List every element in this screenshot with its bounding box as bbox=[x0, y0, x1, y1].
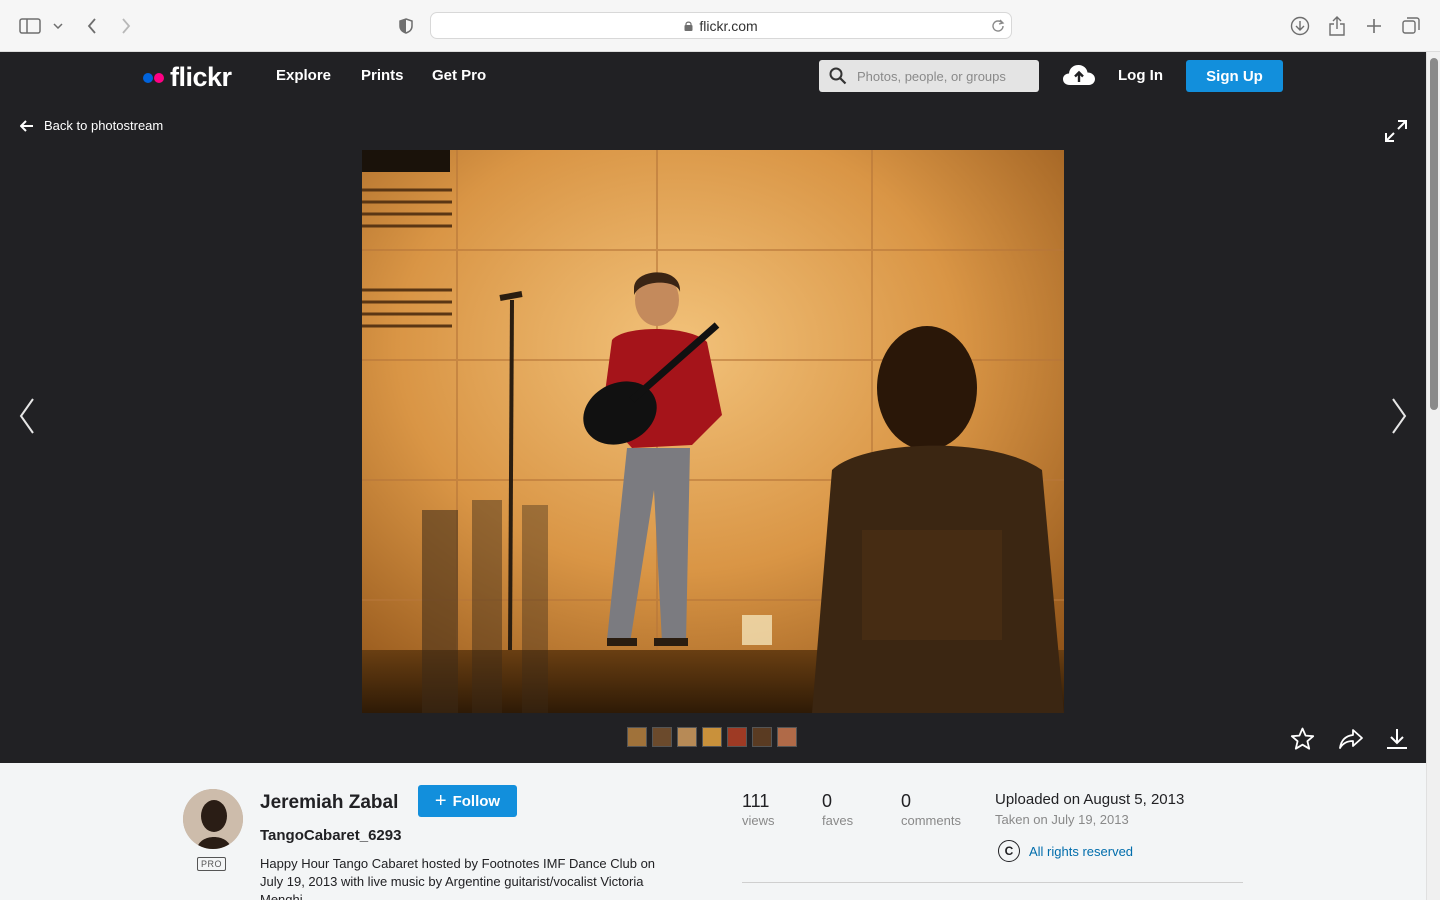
back-to-photostream-link[interactable]: Back to photostream bbox=[20, 118, 163, 133]
share-arrow-icon[interactable] bbox=[1338, 727, 1364, 751]
sidebar-toggle-icon[interactable] bbox=[18, 14, 42, 38]
stat-value: 0 bbox=[901, 791, 912, 811]
photo-info-panel: PRO Jeremiah Zabal + Follow TangoCabaret… bbox=[0, 763, 1426, 900]
follow-label: Follow bbox=[452, 792, 501, 810]
scrollbar-thumb[interactable] bbox=[1430, 58, 1438, 410]
search-icon[interactable] bbox=[829, 67, 847, 85]
lock-icon bbox=[684, 21, 693, 31]
stat-value: 0 bbox=[822, 791, 833, 811]
login-link[interactable]: Log In bbox=[1118, 67, 1163, 84]
taken-date: Taken on July 19, 2013 bbox=[995, 812, 1129, 827]
tab-overview-icon[interactable] bbox=[1399, 14, 1423, 38]
photo-description: Happy Hour Tango Cabaret hosted by Footn… bbox=[260, 856, 656, 900]
photo-viewer: Back to photostream bbox=[0, 100, 1426, 763]
filmstrip-thumb[interactable] bbox=[652, 727, 672, 747]
chevron-down-icon[interactable] bbox=[48, 14, 68, 38]
filmstrip-thumb[interactable] bbox=[702, 727, 722, 747]
nav-prints[interactable]: Prints bbox=[361, 67, 404, 84]
fullscreen-icon[interactable] bbox=[1385, 120, 1407, 142]
flickr-nav-bar: flickr Explore Prints Get Pro Log In Sig… bbox=[0, 52, 1426, 100]
nav-get-pro[interactable]: Get Pro bbox=[432, 67, 486, 84]
flickr-logo[interactable]: flickr bbox=[143, 62, 232, 93]
address-bar[interactable]: flickr.com bbox=[430, 12, 1012, 39]
browser-forward-icon[interactable] bbox=[114, 14, 138, 38]
previous-photo-icon[interactable] bbox=[18, 398, 36, 434]
license-label: All rights reserved bbox=[1029, 843, 1134, 859]
search-input[interactable] bbox=[857, 68, 1027, 84]
upload-cloud-icon[interactable] bbox=[1062, 63, 1096, 87]
license-link[interactable]: C All rights reserved bbox=[998, 840, 1133, 862]
page-scrollbar[interactable] bbox=[1426, 52, 1440, 900]
stat-label: faves bbox=[822, 813, 854, 828]
search-box bbox=[819, 60, 1039, 92]
nav-explore[interactable]: Explore bbox=[276, 67, 331, 84]
plus-icon: + bbox=[434, 789, 447, 812]
divider bbox=[742, 882, 1243, 883]
star-icon[interactable] bbox=[1290, 727, 1315, 751]
filmstrip-thumb[interactable] bbox=[727, 727, 747, 747]
logo-blue-dot bbox=[143, 72, 153, 83]
filmstrip-thumb[interactable] bbox=[777, 727, 797, 747]
privacy-shield-icon[interactable] bbox=[394, 14, 418, 38]
browser-back-icon[interactable] bbox=[80, 14, 104, 38]
logo-text: flickr bbox=[170, 62, 232, 92]
new-tab-icon[interactable] bbox=[1362, 14, 1386, 38]
download-arrow-icon[interactable] bbox=[1385, 727, 1409, 751]
main-photo[interactable] bbox=[362, 150, 1064, 713]
download-icon[interactable] bbox=[1288, 14, 1312, 38]
filmstrip-thumb[interactable] bbox=[752, 727, 772, 747]
follow-button[interactable]: + Follow bbox=[418, 785, 517, 817]
author-name[interactable]: Jeremiah Zabal bbox=[260, 792, 398, 814]
back-label: Back to photostream bbox=[44, 118, 164, 133]
share-icon[interactable] bbox=[1325, 14, 1349, 38]
filmstrip-thumb[interactable] bbox=[627, 727, 647, 747]
arrow-left-icon bbox=[20, 119, 33, 132]
pro-badge: PRO bbox=[197, 857, 226, 871]
signup-button[interactable]: Sign Up bbox=[1186, 60, 1283, 92]
stat-label: comments bbox=[901, 813, 961, 828]
copyright-icon: C bbox=[998, 840, 1020, 862]
reload-icon[interactable] bbox=[991, 17, 1005, 33]
photo-filmstrip bbox=[627, 727, 797, 747]
stat-views: 111 views bbox=[742, 791, 775, 828]
photo-title: TangoCabaret_6293 bbox=[260, 827, 402, 844]
stat-label: views bbox=[742, 813, 775, 828]
stat-value: 111 bbox=[742, 791, 770, 811]
logo-pink-dot bbox=[154, 72, 164, 83]
browser-toolbar: flickr.com bbox=[0, 0, 1440, 52]
stat-comments: 0 comments bbox=[901, 791, 961, 828]
next-photo-icon[interactable] bbox=[1390, 398, 1408, 434]
filmstrip-thumb[interactable] bbox=[677, 727, 697, 747]
stat-faves: 0 faves bbox=[822, 791, 853, 828]
avatar[interactable] bbox=[183, 789, 243, 849]
uploaded-date: Uploaded on August 5, 2013 bbox=[995, 791, 1185, 808]
address-text: flickr.com bbox=[699, 17, 758, 34]
